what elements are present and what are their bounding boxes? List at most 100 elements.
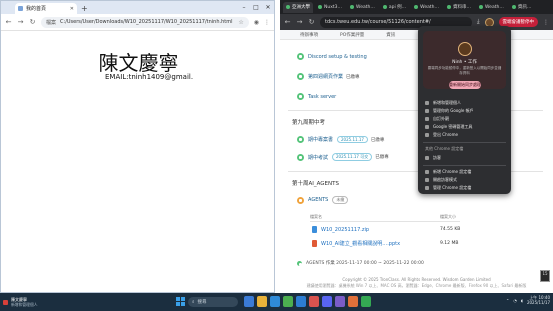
download-icon[interactable]: ⤓ bbox=[477, 18, 480, 26]
back-icon[interactable]: ← bbox=[5, 18, 12, 26]
url-text: tdcs.tweu.edu.tw/course/51126/content#/ bbox=[325, 19, 431, 25]
close-tab-icon[interactable]: ✕ bbox=[70, 6, 74, 12]
tab-6[interactable]: Weath… bbox=[476, 2, 507, 13]
maximize-icon[interactable]: □ bbox=[250, 4, 262, 11]
menu-icon[interactable]: ⋮ bbox=[264, 19, 270, 26]
tab-5[interactable]: 資料串… bbox=[444, 2, 474, 13]
activity-agents[interactable]: AGENTS 未繳 bbox=[297, 196, 349, 204]
forward-icon[interactable]: → bbox=[296, 18, 303, 26]
activity-midterm-exam[interactable]: 期中考試 2025.11.17 可交 已繳專 bbox=[297, 153, 389, 161]
chrome-icon[interactable] bbox=[283, 296, 293, 307]
subtab-assignments[interactable]: PO作業評量 bbox=[340, 32, 364, 38]
file-name: W10_20251117.zip bbox=[321, 226, 370, 233]
close-window-icon[interactable]: ✕ bbox=[262, 4, 274, 11]
activity-title: 第四週網頁作業 bbox=[308, 74, 344, 80]
menu-sign-out[interactable]: 登出 Chrome bbox=[425, 132, 458, 138]
activity-title: AGENTS bbox=[308, 197, 329, 203]
tab-2[interactable]: Weath… bbox=[347, 2, 378, 13]
right-browser-window: 亞洲大學 Nuxt3… Weath… api 例… Weath… 資料串… We… bbox=[280, 0, 553, 293]
activity-week4[interactable]: 第四週網頁作業 已繳專 bbox=[297, 73, 360, 80]
tab-4[interactable]: Weath… bbox=[411, 2, 442, 13]
menu-google-account[interactable]: 管理你的 Google 帳戶 bbox=[425, 108, 474, 114]
windows-taskbar: 陳文慶寧 新增和管理個人 ⌕ 搜尋 ⌃ ◔ ◖ 上午 10:40 2025/11… bbox=[0, 293, 553, 311]
pencil-icon bbox=[425, 117, 429, 121]
activity-title: Task server bbox=[308, 93, 337, 100]
tab-7[interactable]: 資訊… bbox=[509, 2, 535, 13]
sync-message: 雲端同步功能暫停中，重新登入以開始同步並儲存資料 bbox=[427, 66, 502, 75]
start-button-icon[interactable] bbox=[176, 297, 185, 306]
tab-3[interactable]: api 例… bbox=[380, 2, 409, 13]
app-icon[interactable] bbox=[309, 296, 319, 307]
taskbar-notification[interactable]: 陳文慶寧 新增和管理個人 bbox=[3, 295, 77, 309]
tab-favicon-icon bbox=[511, 5, 516, 9]
left-browser-window: 我的首頁 ✕ + – □ ✕ ← → ↻ 檔案 C:/Users/User/Do… bbox=[0, 0, 275, 293]
bookmark-star-icon[interactable]: ☆ bbox=[238, 19, 243, 26]
search-placeholder: 搜尋 bbox=[197, 300, 207, 305]
address-bar[interactable]: 檔案 C:/Users/User/Downloads/W10_20251117/… bbox=[41, 16, 249, 28]
back-icon[interactable]: ← bbox=[284, 18, 291, 26]
activity-icon bbox=[297, 196, 304, 204]
file-size: 74.55 KB bbox=[440, 227, 461, 232]
copyright: Copyright © 2025 TronClass. All Rights R… bbox=[342, 277, 491, 282]
clock[interactable]: 上午 10:40 2025/11/17 bbox=[527, 295, 550, 305]
activity-discord[interactable]: Discord setup & testing bbox=[297, 53, 367, 60]
profile-banner: Ninh • 工作 雲端同步功能暫停中，重新登入以開始同步並儲存資料 重新開始同… bbox=[423, 31, 506, 89]
profile-icon[interactable]: ◉ bbox=[254, 19, 259, 26]
left-page-content: 陳文慶寧 EMAIL:tninh1409@gmail. bbox=[1, 30, 274, 292]
file-explorer-icon[interactable] bbox=[257, 296, 267, 307]
reload-icon[interactable]: ↻ bbox=[29, 18, 36, 26]
menu-icon[interactable]: ⋮ bbox=[543, 19, 549, 26]
menu-guest-profile[interactable]: 訪客 bbox=[425, 155, 441, 161]
chevron-up-icon[interactable]: ⌃ bbox=[506, 298, 509, 303]
new-tab-icon[interactable]: + bbox=[81, 3, 88, 14]
forward-icon[interactable]: → bbox=[17, 18, 24, 26]
section-midterm-header: 第九周期中考 bbox=[292, 120, 326, 126]
file-row-pptx[interactable]: W10_AI建立_觀看相關說明….pptx bbox=[312, 240, 400, 247]
right-tab-bar: 亞洲大學 Nuxt3… Weath… api 例… Weath… 資料串… We… bbox=[280, 0, 553, 14]
file-row-zip[interactable]: W10_20251117.zip bbox=[312, 226, 369, 233]
volume-icon[interactable]: ◖ bbox=[521, 298, 523, 303]
tab-my-homepage[interactable]: 我的首頁 ✕ bbox=[15, 3, 77, 14]
tab-favicon-icon bbox=[479, 5, 483, 9]
app-icon[interactable] bbox=[361, 296, 371, 307]
search-icon: ⌕ bbox=[192, 300, 195, 305]
wifi-icon[interactable]: ◔ bbox=[513, 298, 517, 303]
vscode-icon[interactable] bbox=[296, 296, 306, 307]
app-icon[interactable] bbox=[335, 296, 345, 307]
tab-favicon-icon bbox=[382, 5, 387, 9]
tab-0[interactable]: 亞洲大學 bbox=[283, 1, 313, 13]
menu-password-manager[interactable]: Google 密碼管理工具 bbox=[425, 124, 472, 130]
agents-footer: AGENTS 作業 2025-11-17 00:00 ~ 2025-11-22 … bbox=[297, 260, 424, 266]
pptx-file-icon bbox=[312, 240, 317, 247]
app-icon[interactable] bbox=[348, 296, 358, 307]
activity-icon bbox=[297, 93, 304, 100]
course-page: 待辦事項 PO作業評量 資訊 Discord setup & testing 第… bbox=[280, 30, 553, 293]
person-icon bbox=[425, 156, 429, 160]
activity-midterm-project[interactable]: 期中專案書 2025.11.17 已繳專 bbox=[297, 136, 384, 143]
menu-manage-people[interactable]: 新增和管理個人 bbox=[425, 100, 461, 106]
edge-icon[interactable] bbox=[270, 296, 280, 307]
zip-file-icon bbox=[312, 226, 317, 233]
taskbar-search[interactable]: ⌕ 搜尋 bbox=[188, 297, 238, 307]
subtab-todo[interactable]: 待辦事項 bbox=[300, 32, 318, 38]
activity-status: 已繳專 bbox=[375, 155, 389, 160]
tab-1[interactable]: Nuxt3… bbox=[315, 2, 345, 13]
course-subtabs: 待辦事項 PO作業評量 資訊 bbox=[280, 30, 553, 40]
file-chip: 檔案 bbox=[46, 19, 57, 26]
menu-open-guest[interactable]: 開啟訪客模式 bbox=[425, 177, 457, 183]
activity-task-server[interactable]: Task server bbox=[297, 93, 336, 100]
discord-icon[interactable] bbox=[322, 296, 332, 307]
subtab-info[interactable]: 資訊 bbox=[386, 32, 395, 38]
taskbar-apps bbox=[244, 296, 371, 307]
menu-customize[interactable]: 自訂外觀 bbox=[425, 116, 449, 122]
notification-text-block: 陳文慶寧 新增和管理個人 bbox=[11, 297, 38, 307]
minimize-icon[interactable]: – bbox=[238, 4, 250, 11]
resume-sync-button[interactable]: 重新開始同步處理 bbox=[449, 81, 481, 89]
side-badge[interactable]: 15 bbox=[540, 270, 550, 282]
activity-title: Discord setup & testing bbox=[308, 53, 367, 60]
menu-manage-profiles[interactable]: 管理 Chrome 設定檔 bbox=[425, 185, 471, 191]
profile-avatar-icon bbox=[458, 42, 472, 56]
reload-icon[interactable]: ↻ bbox=[308, 18, 315, 26]
taskview-icon[interactable] bbox=[244, 296, 254, 307]
menu-add-profile[interactable]: 新增 Chrome 設定檔 bbox=[425, 169, 471, 175]
